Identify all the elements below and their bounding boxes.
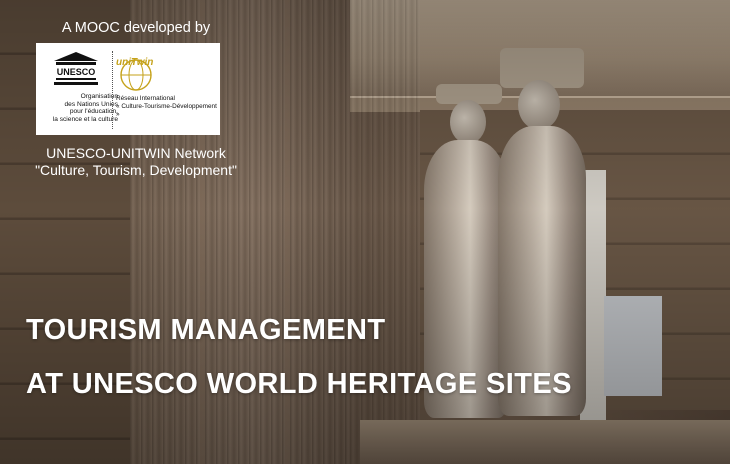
unitwin-wordmark: uniTwin xyxy=(116,57,154,68)
course-title-line-1: TOURISM MANAGEMENT xyxy=(26,314,386,346)
network-theme: "Culture, Tourism, Development" xyxy=(35,162,237,178)
network-name: UNESCO-UNITWIN Network xyxy=(46,145,226,161)
unesco-caption-line: pour l'éducation, xyxy=(69,108,118,116)
unesco-caption: Organisation des Nations Unies pour l'éd… xyxy=(38,93,118,123)
logo-divider xyxy=(112,51,113,129)
unitwin-caption-line: Réseau International xyxy=(116,95,175,102)
unesco-wordmark: UNESCO xyxy=(57,67,96,77)
unitwin-caption-line: « Culture-Tourisme-Développement » xyxy=(116,103,217,118)
unesco-caption-line: des Nations Unies xyxy=(64,100,118,108)
partner-logos: UNESCO Organisation des Nations Unies po… xyxy=(36,43,220,135)
unesco-caption-line: la science et la culture xyxy=(52,115,118,123)
network-label: UNESCO-UNITWIN Network "Culture, Tourism… xyxy=(30,145,242,179)
unitwin-caption: Réseau International « Culture-Tourisme-… xyxy=(116,95,220,119)
course-title-line-2: AT UNESCO WORLD HERITAGE SITES xyxy=(26,368,572,400)
banner: A MOOC developed by UNESCO Organisation … xyxy=(0,0,730,464)
mooc-tagline: A MOOC developed by xyxy=(61,20,211,36)
unesco-caption-line: Organisation xyxy=(80,93,118,100)
unesco-temple-icon: UNESCO xyxy=(54,52,98,85)
